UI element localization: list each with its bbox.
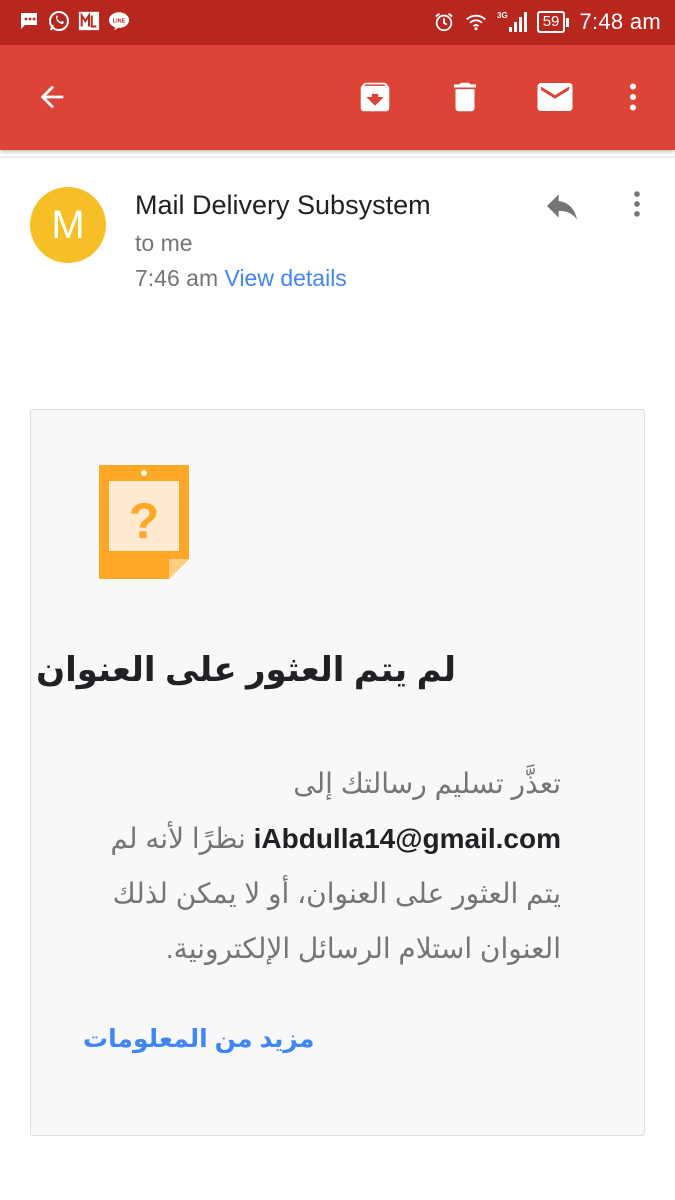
failure-text-start: تعذَّر تسليم رسالتك إلى — [293, 768, 561, 799]
battery-level: 59 — [536, 11, 566, 33]
failure-title: لم يتم العثور على العنوان — [36, 651, 456, 689]
system-status: 3G 59 7:48 am — [433, 8, 661, 36]
reply-button[interactable] — [540, 186, 584, 226]
mark-unread-button[interactable] — [533, 75, 577, 119]
view-details-link[interactable]: View details — [225, 265, 347, 291]
wifi-icon — [465, 11, 487, 33]
message-more-button[interactable] — [620, 184, 654, 224]
signal-icon: 3G — [497, 11, 527, 33]
svg-text:?: ? — [129, 493, 160, 549]
network-type: 3G — [497, 11, 508, 20]
svg-text:LINE: LINE — [113, 18, 126, 24]
delivery-failure-card: ? لم يتم العثور على العنوان تعذَّر تسليم… — [30, 409, 645, 1136]
whatsapp-icon — [48, 10, 70, 32]
status-clock: 7:48 am — [579, 9, 661, 34]
recipient-label: to me — [135, 230, 193, 256]
delete-button[interactable] — [443, 75, 487, 119]
back-arrow-icon — [40, 85, 64, 109]
archive-button[interactable] — [353, 75, 397, 119]
ml-icon — [78, 10, 100, 32]
archive-icon — [360, 82, 390, 112]
message-time: 7:46 am — [135, 265, 219, 291]
mark-unread-icon — [537, 83, 573, 111]
status-bar: LINE 3G 59 7:48 am — [0, 0, 675, 45]
more-vert-icon — [634, 191, 640, 217]
delete-icon — [453, 82, 477, 112]
back-button[interactable] — [30, 75, 74, 119]
more-info-link[interactable]: مزيد من المعلومات — [83, 1024, 314, 1054]
app-toolbar — [0, 45, 675, 150]
sender-avatar[interactable]: M — [30, 187, 106, 263]
recipient-email: iAbdulla14@gmail.com — [253, 823, 561, 854]
question-note-icon: ? — [99, 465, 189, 579]
toolbar-divider — [0, 156, 675, 158]
notification-icons: LINE — [18, 10, 130, 32]
more-options-button[interactable] — [611, 75, 655, 119]
chat-notification-icon — [18, 10, 40, 32]
reply-icon — [547, 194, 577, 220]
more-vert-icon — [630, 83, 636, 111]
message-meta: 7:46 am View details — [135, 265, 347, 292]
sender-name: Mail Delivery Subsystem — [135, 190, 431, 220]
alarm-icon — [433, 11, 455, 33]
failure-message: تعذَّر تسليم رسالتك إلى iAbdulla14@gmail… — [83, 756, 561, 976]
line-icon: LINE — [108, 10, 130, 32]
battery-indicator: 59 — [536, 11, 570, 33]
